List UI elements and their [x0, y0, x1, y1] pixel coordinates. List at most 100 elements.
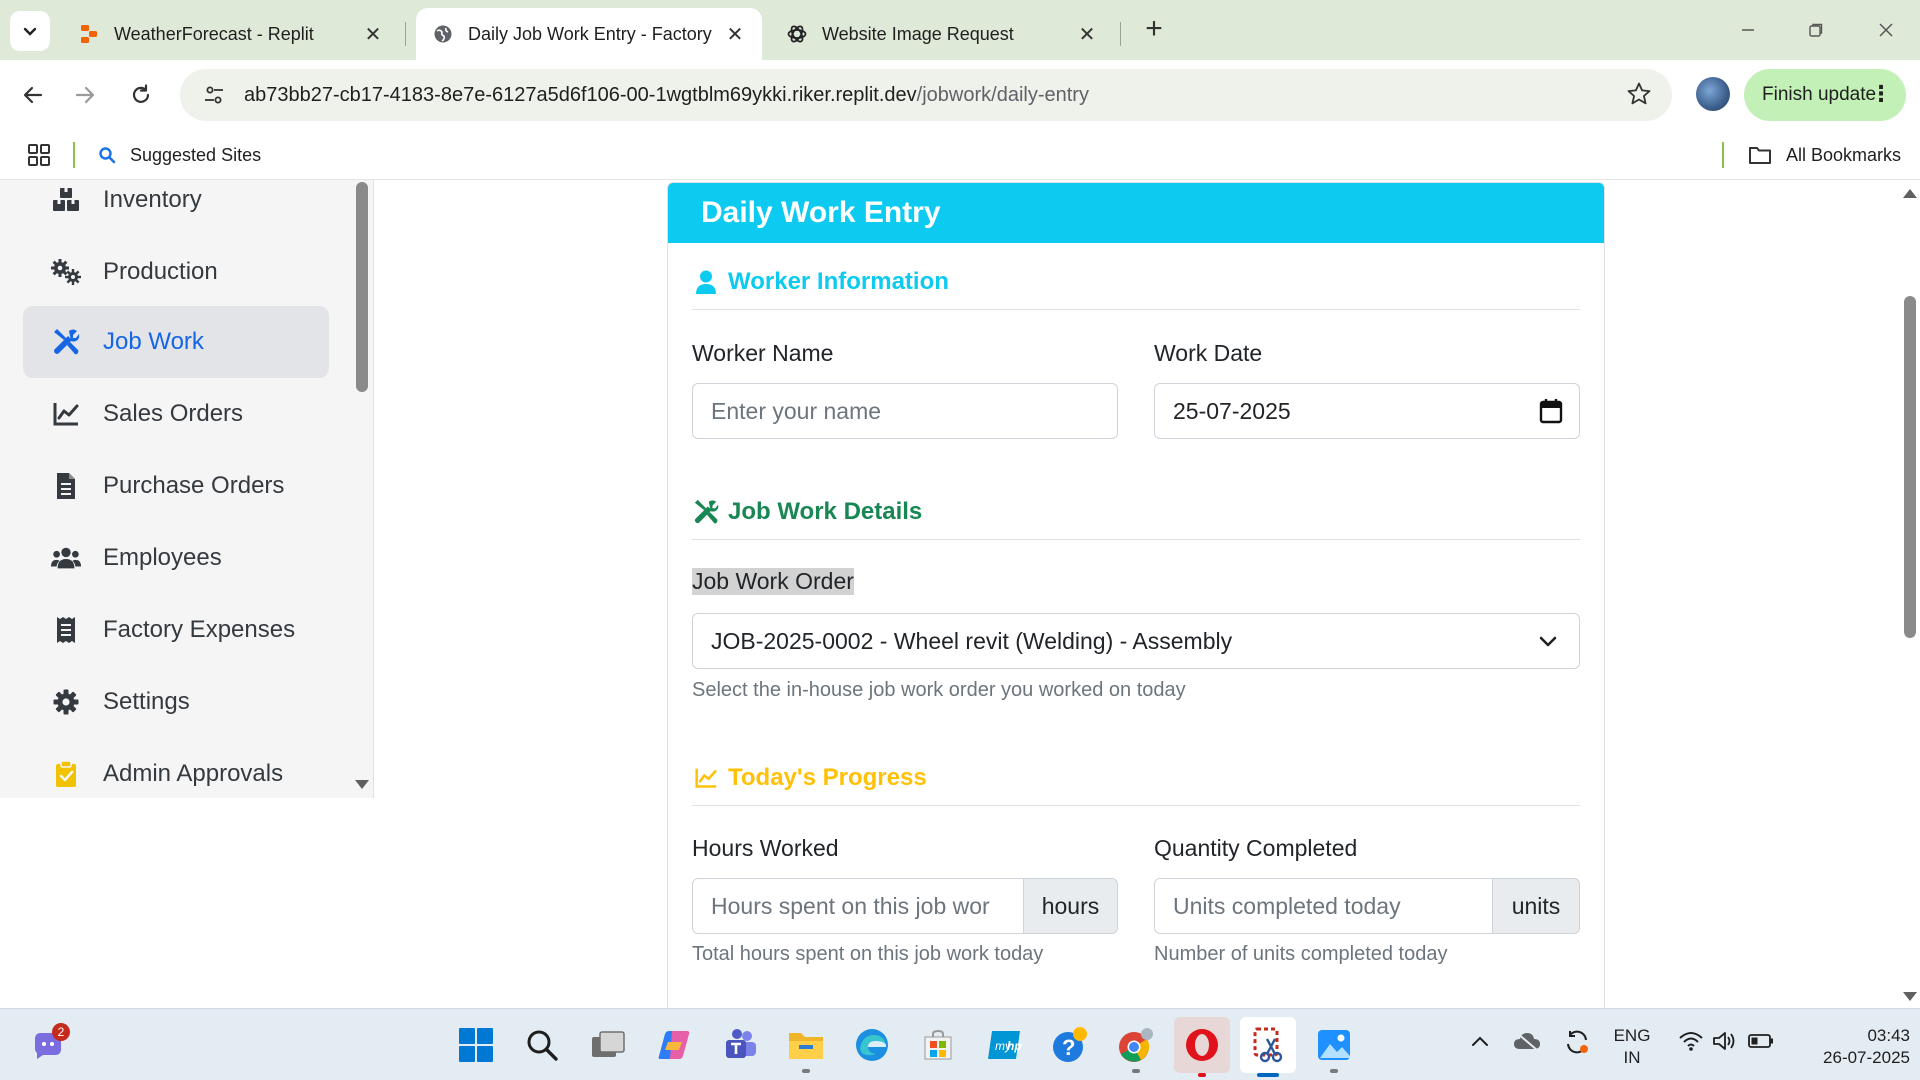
battery-tray[interactable]	[1746, 1029, 1776, 1053]
search-button[interactable]	[518, 1021, 566, 1069]
sidebar-item-purchase-orders[interactable]: Purchase Orders	[23, 450, 329, 522]
edge-app[interactable]	[848, 1021, 896, 1069]
arrow-left-icon	[23, 86, 43, 104]
myhp-app[interactable]: my hp	[980, 1021, 1028, 1069]
get-help-app[interactable]: ?	[1046, 1021, 1094, 1069]
clock-date: 26-07-2025	[1823, 1048, 1910, 1067]
photos-app[interactable]	[1310, 1021, 1358, 1073]
sidebar-item-admin-approvals[interactable]: Admin Approvals	[23, 738, 329, 798]
browser-toolbar: ab73bb27-cb17-4183-8e7e-6127a5d6f106-00-…	[0, 60, 1920, 130]
scroll-down-arrow-icon[interactable]	[1903, 992, 1917, 1001]
tab-search-button[interactable]	[10, 11, 50, 51]
new-tab-button[interactable]: +	[1138, 14, 1170, 46]
forward-button[interactable]	[66, 76, 104, 114]
snipping-tool-app[interactable]	[1240, 1017, 1296, 1077]
scroll-down-arrow-icon[interactable]	[355, 780, 369, 789]
calendar-icon[interactable]	[1539, 398, 1563, 430]
bookmark-star-icon[interactable]	[1626, 81, 1652, 112]
close-icon[interactable]: ✕	[1076, 23, 1098, 46]
quantity-completed-input[interactable]: Units completed today	[1154, 878, 1493, 934]
worker-name-input[interactable]: Enter your name	[692, 383, 1118, 439]
tools-icon	[692, 498, 720, 526]
sidebar-item-production[interactable]: Production	[23, 236, 329, 308]
opera-app[interactable]	[1174, 1017, 1230, 1077]
cloud-icon	[1514, 1032, 1540, 1051]
file-explorer-app[interactable]	[782, 1021, 830, 1073]
all-bookmarks-button[interactable]: All Bookmarks	[1748, 140, 1901, 170]
reload-button[interactable]	[122, 76, 160, 114]
task-view-button[interactable]	[584, 1021, 632, 1069]
bookmark-suggested-sites[interactable]: Suggested Sites	[98, 140, 261, 170]
job-work-order-select[interactable]: JOB-2025-0002 - Wheel revit (Welding) - …	[692, 613, 1580, 669]
site-info-icon[interactable]	[194, 84, 234, 106]
copilot-icon	[658, 1031, 690, 1059]
onedrive-tray[interactable]	[1512, 1029, 1542, 1053]
input-language[interactable]: ENG IN	[1612, 1025, 1652, 1069]
tab-website-image-request[interactable]: Website Image Request ✕	[770, 8, 1114, 60]
restore-button[interactable]	[1796, 12, 1836, 48]
close-icon[interactable]: ✕	[362, 23, 384, 46]
tab-daily-job-work-entry[interactable]: Daily Job Work Entry - Factory M ✕	[416, 8, 762, 60]
running-indicator	[1198, 1073, 1206, 1077]
sidebar-scroll-thumb[interactable]	[356, 182, 368, 392]
profile-avatar[interactable]	[1696, 77, 1730, 111]
section-title-text: Worker Information	[728, 268, 949, 295]
microsoft-store-app[interactable]	[914, 1021, 962, 1069]
section-todays-progress: Today's Progress	[692, 764, 927, 792]
sidebar-item-factory-expenses[interactable]: Factory Expenses	[23, 594, 329, 666]
back-button[interactable]	[14, 76, 52, 114]
job-work-order-help: Select the in-house job work order you w…	[692, 679, 1186, 701]
boxes-icon	[51, 185, 81, 215]
sidebar-item-sales-orders[interactable]: Sales Orders	[23, 378, 329, 450]
sync-tray[interactable]	[1562, 1029, 1592, 1055]
user-icon	[692, 268, 720, 296]
daily-work-entry-card: Daily Work Entry Worker Information Work…	[667, 182, 1605, 1008]
address-bar[interactable]: ab73bb27-cb17-4183-8e7e-6127a5d6f106-00-…	[180, 69, 1672, 121]
hours-worked-input[interactable]: Hours spent on this job wor	[692, 878, 1024, 934]
task-view-icon	[592, 1031, 625, 1057]
page-scroll-thumb[interactable]	[1904, 296, 1916, 638]
sidebar-item-employees[interactable]: Employees	[23, 522, 329, 594]
window-close-button[interactable]	[1866, 12, 1906, 48]
chevron-down-icon	[23, 27, 37, 36]
work-date-input[interactable]: 25-07-2025	[1154, 383, 1580, 439]
apps-grid-icon[interactable]	[26, 142, 52, 173]
sidebar-item-label: Factory Expenses	[103, 616, 296, 643]
help-icon: ?	[1053, 1027, 1087, 1062]
tab-title: Daily Job Work Entry - Factory M	[468, 23, 714, 44]
system-clock[interactable]: 03:43 26-07-2025	[1790, 1025, 1910, 1069]
store-icon	[924, 1029, 952, 1060]
cog-icon	[51, 687, 81, 717]
copilot-app[interactable]	[650, 1021, 698, 1069]
replit-icon	[78, 23, 100, 45]
chrome-app[interactable]	[1112, 1021, 1160, 1073]
section-divider	[692, 539, 1580, 540]
wifi-tray[interactable]	[1676, 1029, 1706, 1053]
finish-update-button[interactable]: Finish update ⋮	[1744, 69, 1906, 121]
myhp-icon: myhp	[988, 1031, 1022, 1059]
sidebar: Inventory Production Job Work Sales Orde…	[0, 180, 374, 798]
scroll-up-arrow-icon[interactable]	[1903, 189, 1917, 198]
sidebar-item-label: Sales Orders	[103, 400, 244, 427]
search-icon	[527, 1030, 558, 1061]
start-button[interactable]	[452, 1021, 500, 1069]
sidebar-item-settings[interactable]: Settings	[23, 666, 329, 738]
sidebar-scrollbar[interactable]	[350, 180, 372, 798]
teams-chat-app[interactable]: 2	[24, 1021, 72, 1069]
close-icon[interactable]: ✕	[724, 23, 746, 46]
bookmark-label: All Bookmarks	[1786, 144, 1902, 165]
chevron-down-icon	[1539, 630, 1557, 657]
tab-weatherforecast[interactable]: WeatherForecast - Replit ✕	[62, 8, 400, 60]
page-scrollbar[interactable]	[1898, 180, 1920, 1008]
volume-tray[interactable]	[1710, 1029, 1740, 1053]
quantity-completed-help: Number of units completed today	[1154, 943, 1448, 965]
folder-icon	[789, 1033, 823, 1059]
show-hidden-icons-button[interactable]	[1468, 1029, 1492, 1053]
teams-app[interactable]	[716, 1021, 764, 1069]
taskbar: 2 my hp ? ENG IN 03:43 26-07-2025	[0, 1008, 1920, 1080]
sidebar-item-label: Inventory	[103, 186, 202, 213]
kebab-menu-icon[interactable]: ⋮	[1870, 81, 1892, 107]
minimize-button[interactable]	[1728, 12, 1768, 48]
sidebar-item-job-work[interactable]: Job Work	[23, 306, 329, 378]
sidebar-item-inventory[interactable]: Inventory	[23, 180, 329, 236]
